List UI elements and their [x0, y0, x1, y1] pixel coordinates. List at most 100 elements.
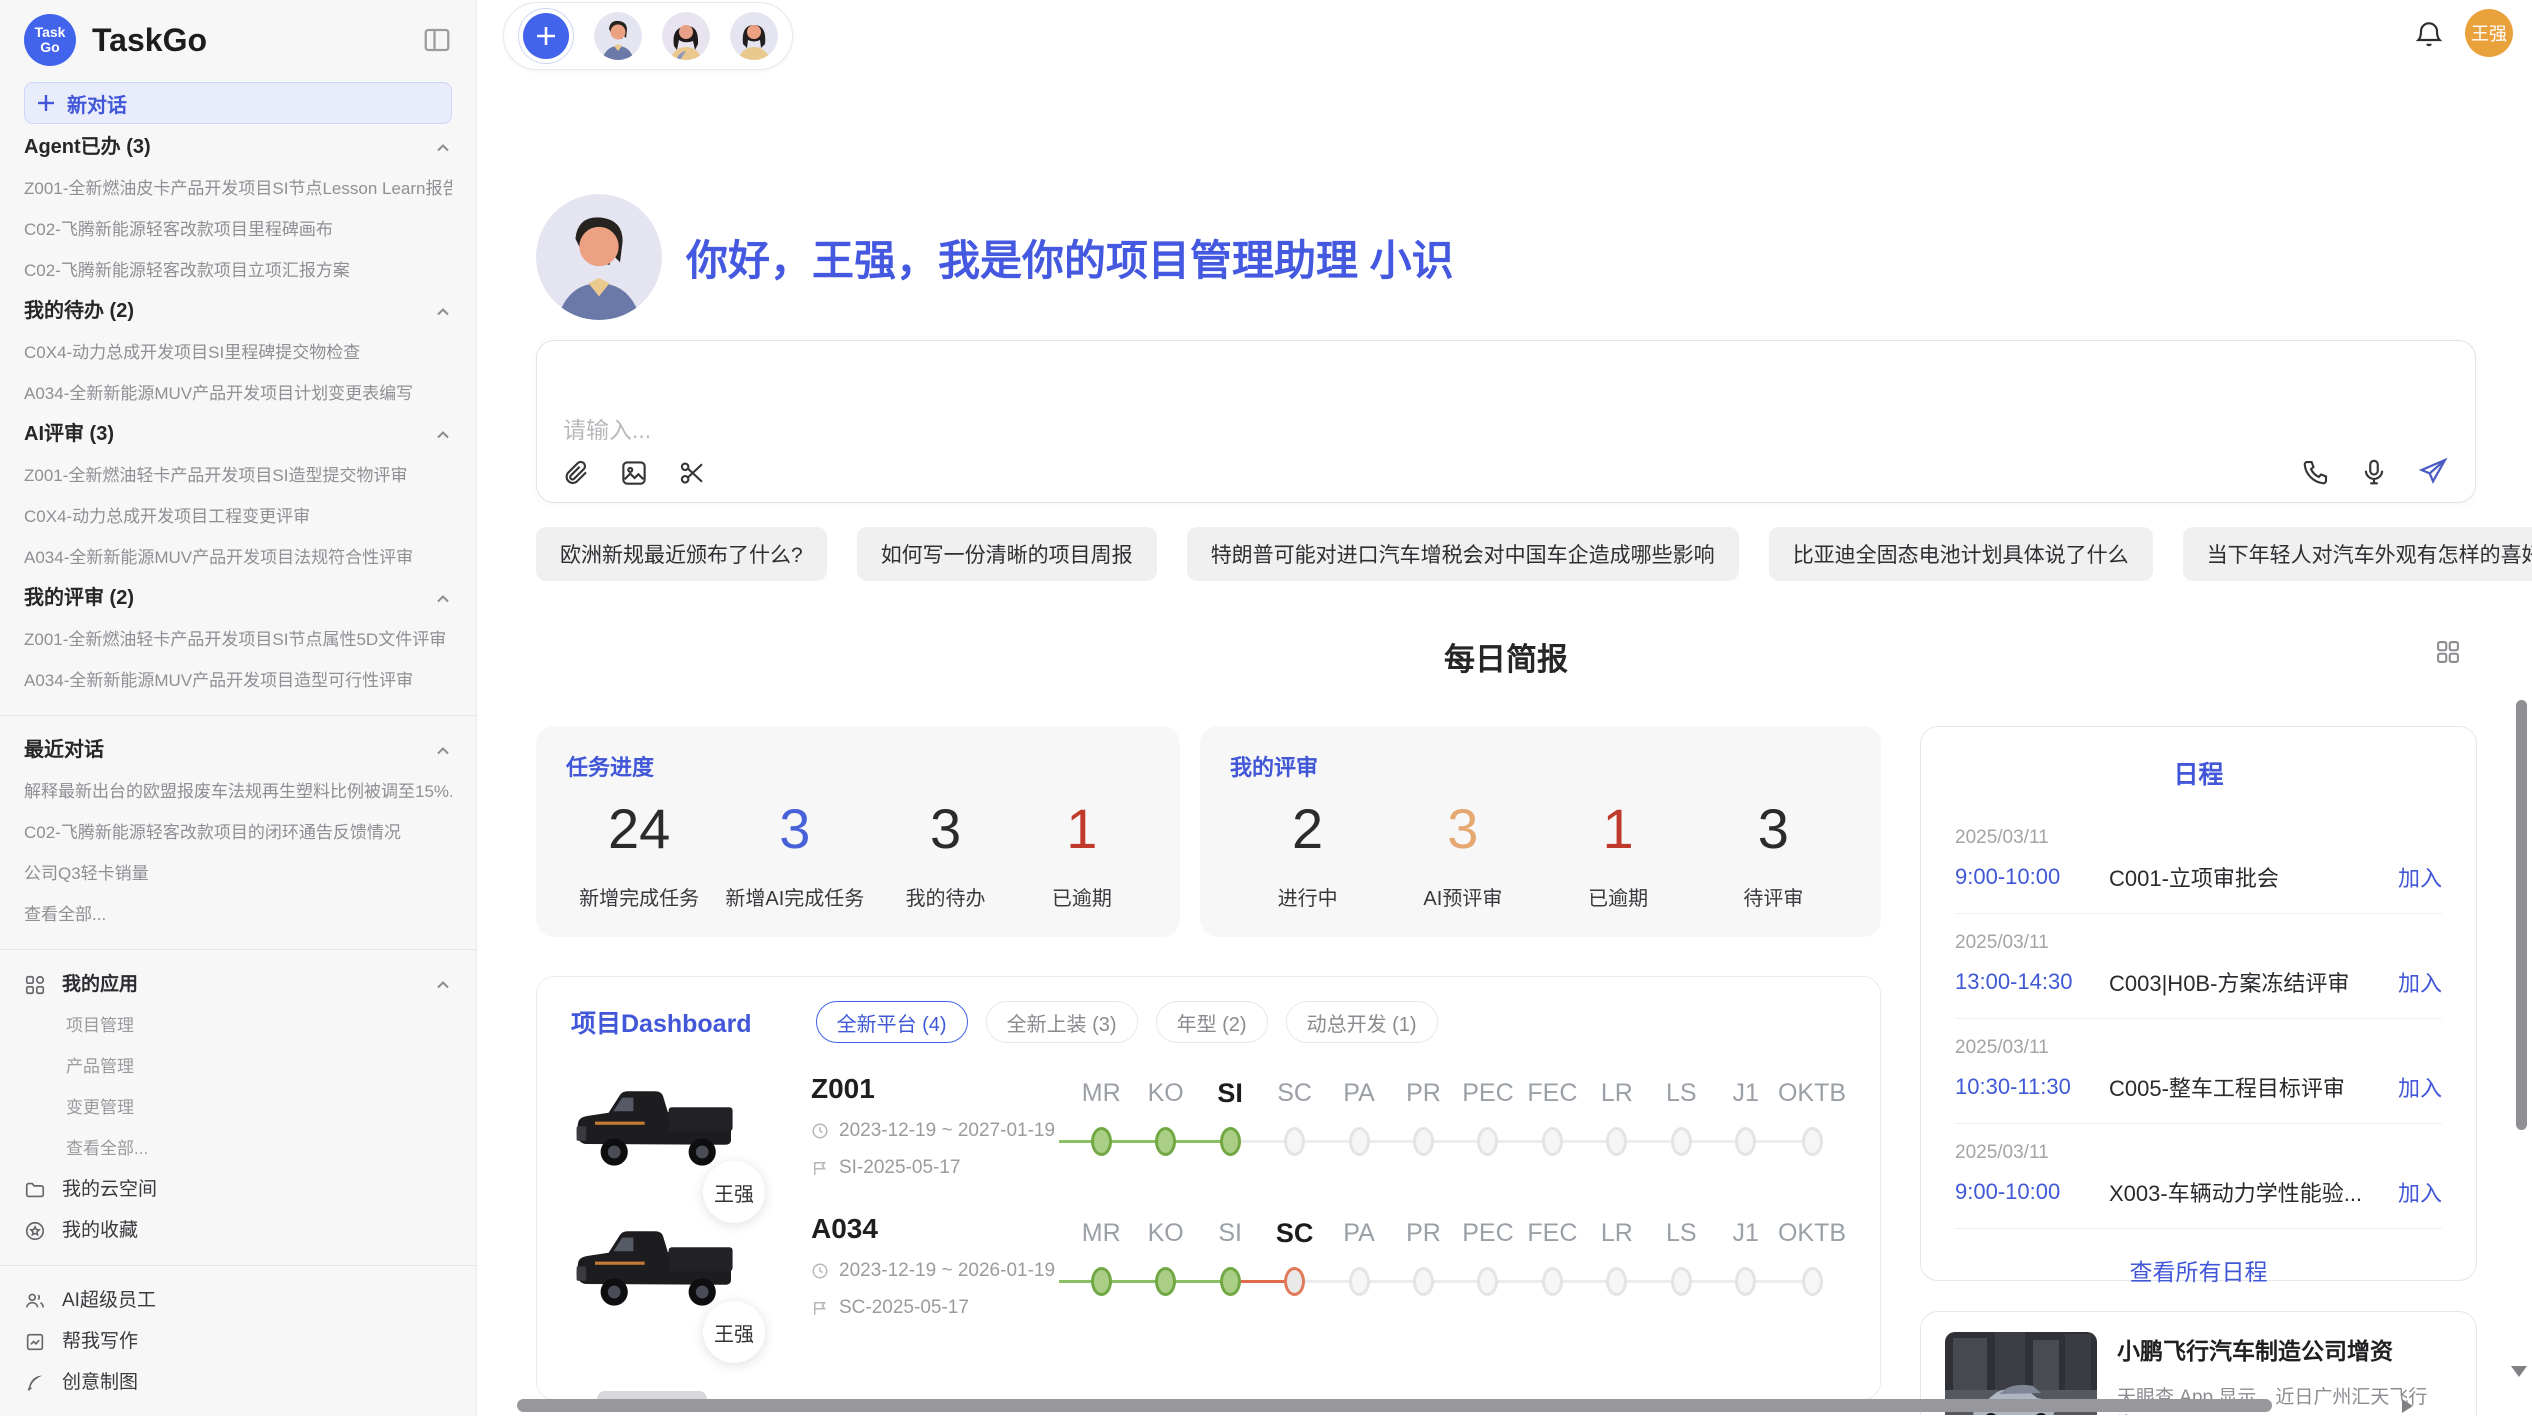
join-link[interactable]: 加入 [2398, 1071, 2442, 1103]
scroll-down-arrow[interactable] [2511, 1366, 2527, 1377]
daily-brief-header: 每日简报 [536, 634, 2476, 679]
tab-new-body[interactable]: 全新上装 (3) [986, 1001, 1138, 1043]
tab-new-platform[interactable]: 全新平台 (4) [816, 1001, 968, 1043]
project-flag-milestone: SC-2025-05-17 [811, 1297, 1063, 1319]
milestone-node-pending [1671, 1267, 1692, 1296]
join-link[interactable]: 加入 [2398, 966, 2442, 998]
milestone-node-pending [1413, 1127, 1434, 1156]
project-image: 王强 [571, 1073, 739, 1183]
tab-powertrain[interactable]: 动总开发 (1) [1286, 1001, 1438, 1043]
apps-view-all[interactable]: 查看全部... [24, 1128, 452, 1169]
milestone-node-pending [1542, 1127, 1563, 1156]
section-header-ai-review[interactable]: AI评审 (3) [24, 414, 452, 455]
app-item-change-mgmt[interactable]: 变更管理 [24, 1087, 452, 1128]
sidebar-item-my-apps[interactable]: 我的应用 [24, 964, 452, 1005]
logo-text-bottom: Go [40, 40, 59, 55]
metric-in-progress: 2 进行中 [1253, 798, 1363, 911]
metric-ai-prereview: 3 AI预评审 [1408, 798, 1518, 911]
new-session-button[interactable] [518, 8, 574, 64]
chevron-up-icon [434, 426, 452, 444]
chevron-up-icon [434, 303, 452, 321]
sidebar-item-ai-employee[interactable]: AI超级员工 [24, 1280, 452, 1321]
microphone-icon[interactable] [2359, 457, 2389, 487]
join-link[interactable]: 加入 [2398, 1176, 2442, 1208]
project-flag-milestone: SI-2025-05-17 [811, 1157, 1063, 1179]
scissors-icon[interactable] [677, 458, 707, 488]
clock-icon [811, 1122, 829, 1140]
schedule-event: 2025/03/11 9:00-10:00 C001-立项审批会 加入 [1955, 809, 2442, 914]
milestone-node-done [1220, 1127, 1241, 1156]
app-title: TaskGo [92, 22, 422, 59]
recent-chat-item[interactable]: C02-飞腾新能源轻客改款项目的闭环通告反馈情况 [24, 812, 452, 853]
task-item[interactable]: C02-飞腾新能源轻客改款项目里程碑画布 [24, 209, 452, 250]
suggestion-chip[interactable]: 欧洲新规最近颁布了什么? [536, 527, 827, 581]
tab-model-year[interactable]: 年型 (2) [1156, 1001, 1268, 1043]
session-avatar-2[interactable] [662, 12, 710, 60]
notification-bell-icon[interactable] [2413, 18, 2445, 50]
section-header-recent-chats[interactable]: 最近对话 [24, 730, 452, 771]
session-avatar-1[interactable] [594, 12, 642, 60]
dashboard-tabs: 全新平台 (4) 全新上装 (3) 年型 (2) 动总开发 (1) [816, 1001, 1438, 1043]
suggestion-chip[interactable]: 如何写一份清晰的项目周报 [857, 527, 1157, 581]
milestone-node-pending [1477, 1267, 1498, 1296]
vertical-scrollbar[interactable] [2516, 700, 2527, 1130]
layout-grid-icon[interactable] [2434, 638, 2462, 666]
horizontal-scrollbar[interactable] [517, 1399, 2272, 1412]
write-doc-icon [24, 1331, 46, 1353]
task-item[interactable]: A034-全新新能源MUV产品开发项目法规符合性评审 [24, 537, 452, 578]
task-item[interactable]: Z001-全新燃油轻卡产品开发项目SI造型提交物评审 [24, 455, 452, 496]
suggestion-chip[interactable]: 比亚迪全固态电池计划具体说了什么 [1769, 527, 2153, 581]
collapse-sidebar-icon[interactable] [422, 25, 452, 55]
task-item[interactable]: A034-全新新能源MUV产品开发项目造型可行性评审 [24, 660, 452, 701]
section-header-agent-done[interactable]: Agent已办 (3) [24, 127, 452, 168]
chat-composer[interactable]: 请输入... [536, 340, 2476, 503]
recent-view-all[interactable]: 查看全部... [24, 894, 452, 935]
chevron-up-icon [434, 976, 452, 994]
milestone-node-pending [1735, 1127, 1756, 1156]
section-header-my-review[interactable]: 我的评审 (2) [24, 578, 452, 619]
composer-placeholder: 请输入... [563, 411, 651, 445]
metric-new-ai-done: 3 新增AI完成任务 [725, 798, 864, 911]
app-item-product-mgmt[interactable]: 产品管理 [24, 1046, 452, 1087]
card-title: 我的评审 [1230, 750, 1851, 782]
recent-chat-item[interactable]: 解释最新出台的欧盟报废车法规再生塑料比例被调至15%... [24, 771, 452, 812]
project-row-z001[interactable]: 王强 Z001 2023-12-19 ~ 2027-01-19 SI-2025-… [537, 1051, 1880, 1191]
divider [0, 715, 476, 716]
view-all-schedule-link[interactable]: 查看所有日程 [1955, 1253, 2442, 1287]
task-item[interactable]: Z001-全新燃油轻卡产品开发项目SI节点属性5D文件评审 [24, 619, 452, 660]
task-item[interactable]: A034-全新新能源MUV产品开发项目计划变更表编写 [24, 373, 452, 414]
project-code: A034 [811, 1213, 1063, 1245]
section-header-my-todo[interactable]: 我的待办 (2) [24, 291, 452, 332]
metric-overdue: 1 已逾期 [1027, 798, 1137, 911]
flag-icon [811, 1159, 829, 1177]
suggestion-chip[interactable]: 当下年轻人对汽车外观有怎样的喜好趋势 [2183, 527, 2532, 581]
recent-chat-item[interactable]: 公司Q3轻卡销量 [24, 853, 452, 894]
suggestion-chips: 欧洲新规最近颁布了什么? 如何写一份清晰的项目周报 特朗普可能对进口汽车增税会对… [536, 527, 2532, 581]
image-icon[interactable] [619, 458, 649, 488]
task-item[interactable]: Z001-全新燃油皮卡产品开发项目SI节点Lesson Learn报告 [24, 168, 452, 209]
phone-icon[interactable] [2301, 457, 2331, 487]
metric-my-todo: 3 我的待办 [891, 798, 1001, 911]
task-item[interactable]: C02-飞腾新能源轻客改款项目立项汇报方案 [24, 250, 452, 291]
user-avatar[interactable]: 王强 [2465, 9, 2513, 57]
task-item[interactable]: C0X4-动力总成开发项目SI里程碑提交物检查 [24, 332, 452, 373]
attachment-icon[interactable] [561, 458, 591, 488]
sidebar-item-cloud-space[interactable]: 我的云空间 [24, 1169, 452, 1210]
send-icon[interactable] [2417, 456, 2449, 488]
scroll-right-arrow[interactable] [2402, 1399, 2413, 1413]
session-avatar-3[interactable] [730, 12, 778, 60]
task-item[interactable]: C0X4-动力总成开发项目工程变更评审 [24, 496, 452, 537]
sidebar-item-help-write[interactable]: 帮我写作 [24, 1321, 452, 1362]
join-link[interactable]: 加入 [2398, 861, 2442, 893]
sidebar-item-favorites[interactable]: 我的收藏 [24, 1210, 452, 1251]
chevron-up-icon [434, 139, 452, 157]
schedule-card: 日程 2025/03/11 9:00-10:00 C001-立项审批会 加入 2… [1920, 726, 2477, 1281]
new-chat-button[interactable]: 新对话 [24, 82, 452, 124]
app-item-project-mgmt[interactable]: 项目管理 [24, 1005, 452, 1046]
card-title: 任务进度 [566, 750, 1150, 782]
schedule-title: 日程 [1955, 755, 2442, 791]
schedule-event: 2025/03/11 10:30-11:30 C005-整车工程目标评审 加入 [1955, 1019, 2442, 1124]
sidebar-item-creative-draw[interactable]: 创意制图 [24, 1362, 452, 1403]
milestone-node-pending [1802, 1127, 1823, 1156]
suggestion-chip[interactable]: 特朗普可能对进口汽车增税会对中国车企造成哪些影响 [1187, 527, 1739, 581]
